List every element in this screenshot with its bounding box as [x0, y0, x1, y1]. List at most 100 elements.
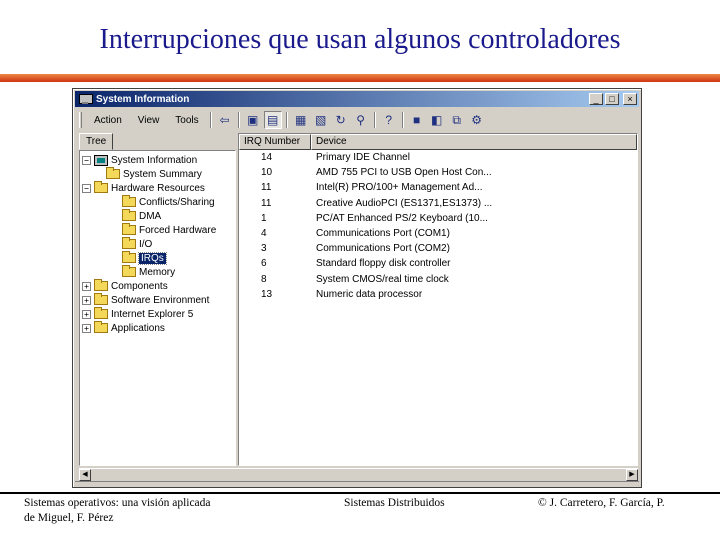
- tree-item-system-summary[interactable]: System Summary: [94, 167, 202, 181]
- irq-number-cell: 8: [261, 273, 267, 285]
- table-row[interactable]: 4 Communications Port (COM1): [239, 226, 637, 241]
- tree-item-label: Components: [111, 280, 168, 292]
- tree-item-label: System Summary: [123, 168, 202, 180]
- tree-item-label: Applications: [111, 322, 165, 334]
- menu-toolbar: Action View Tools ⇦ ▣ ▤ ▦ ▧ ↻ ⚲ ? ■ ◧ ⧉ …: [77, 109, 637, 131]
- menu-tools[interactable]: Tools: [167, 115, 206, 126]
- folder-icon: [122, 209, 136, 221]
- irq-number-cell: 1: [261, 212, 267, 224]
- irq-number-cell: 4: [261, 228, 267, 240]
- irq-number-cell: 13: [261, 288, 273, 300]
- tab-tree[interactable]: Tree: [79, 133, 114, 150]
- computer-icon: [78, 93, 93, 105]
- table-row[interactable]: 6 Standard floppy disk controller: [239, 256, 637, 271]
- help-icon[interactable]: ?: [380, 111, 398, 129]
- tree-item-label: Memory: [139, 266, 176, 278]
- irq-number-cell: 10: [261, 167, 273, 179]
- print-icon[interactable]: ▦: [292, 111, 310, 129]
- toolbar-separator: [373, 112, 376, 128]
- tree-item-software-environment[interactable]: + Software Environment: [82, 293, 209, 307]
- expand-icon[interactable]: +: [82, 323, 91, 333]
- expand-icon[interactable]: +: [82, 309, 91, 319]
- tree-item-internet-explorer[interactable]: + Internet Explorer 5: [82, 307, 193, 321]
- tree-item-label: DMA: [139, 210, 162, 222]
- table-row[interactable]: 14 Primary IDE Channel: [239, 150, 637, 165]
- tree-item-label-selected: IRQs: [138, 251, 167, 265]
- find-icon[interactable]: ⚲: [352, 111, 370, 129]
- tree-item-irqs[interactable]: IRQs: [110, 251, 167, 265]
- table-row[interactable]: 11 Creative AudioPCI (ES1371,ES1373) ...: [239, 196, 637, 211]
- scroll-right-icon[interactable]: ▶: [626, 469, 638, 481]
- toolbar-separator: [285, 112, 288, 128]
- tree-item-io[interactable]: I/O: [110, 237, 152, 251]
- properties-icon[interactable]: ▤: [263, 111, 282, 129]
- folder-icon: [94, 279, 108, 291]
- tree-item-applications[interactable]: + Applications: [82, 321, 165, 335]
- tree-item-label: Conflicts/Sharing: [139, 196, 215, 208]
- tools-icon[interactable]: ⚙: [468, 111, 486, 129]
- horizontal-scrollbar[interactable]: ◀ ▶: [79, 468, 638, 481]
- tree-item-system-information[interactable]: − System Information: [82, 153, 197, 167]
- tree-item-components[interactable]: + Components: [82, 279, 168, 293]
- tree-item-label: System Information: [111, 154, 198, 166]
- export-icon[interactable]: ⧉: [448, 111, 466, 129]
- column-header-device[interactable]: Device: [311, 134, 637, 150]
- tree-item-forced-hardware[interactable]: Forced Hardware: [110, 223, 216, 237]
- irq-number-cell: 3: [261, 243, 267, 255]
- tree-item-dma[interactable]: DMA: [110, 209, 161, 223]
- table-row[interactable]: 3 Communications Port (COM2): [239, 241, 637, 256]
- up-folder-icon[interactable]: ▣: [244, 111, 262, 129]
- device-cell: Intel(R) PRO/100+ Management Ad...: [316, 182, 483, 194]
- tree-item-label: I/O: [139, 238, 153, 250]
- menu-view[interactable]: View: [130, 115, 168, 126]
- toolbar-separator: [237, 112, 240, 128]
- footer-book-credit: Sistemas operativos: una visión aplicada…: [24, 496, 274, 526]
- table-row[interactable]: 8 System CMOS/real time clock: [239, 272, 637, 287]
- device-cell: Communications Port (COM1): [316, 228, 450, 240]
- irq-number-cell: 6: [261, 258, 267, 270]
- irq-number-cell: 11: [261, 182, 272, 194]
- irq-list-pane: IRQ Number Device 14 Primary IDE Channel 1…: [238, 133, 638, 466]
- folder-icon: [94, 321, 108, 333]
- collapse-icon[interactable]: −: [82, 183, 91, 193]
- tree-item-label: Software Environment: [111, 294, 210, 306]
- back-arrow-icon[interactable]: ⇦: [216, 111, 234, 129]
- footer-copyright: © J. Carretero, F. García, P.: [538, 497, 665, 509]
- collapse-icon[interactable]: −: [82, 155, 91, 165]
- table-row[interactable]: 11 Intel(R) PRO/100+ Management Ad...: [239, 180, 637, 195]
- expand-icon[interactable]: +: [82, 281, 91, 291]
- list-header: IRQ Number Device: [239, 134, 637, 150]
- slide-title: Interrupciones que usan algunos controla…: [99, 24, 621, 55]
- device-cell: Creative AudioPCI (ES1371,ES1373) ...: [316, 197, 493, 209]
- refresh-icon[interactable]: ↻: [332, 111, 350, 129]
- close-button[interactable]: ×: [623, 93, 637, 105]
- footer-book-title: Sistemas operativos: una visión aplicada: [24, 497, 211, 509]
- tree-item-conflicts-sharing[interactable]: Conflicts/Sharing: [110, 195, 215, 209]
- system-information-window: System Information _ □ × Action View Too…: [72, 88, 642, 488]
- print-preview-icon[interactable]: ▧: [312, 111, 330, 129]
- scroll-left-icon[interactable]: ◀: [79, 469, 91, 481]
- footer-book-authors: de Miguel, F. Pérez: [24, 512, 114, 524]
- window-titlebar[interactable]: System Information _ □ ×: [75, 91, 639, 107]
- tree-item-hardware-resources[interactable]: − Hardware Resources: [82, 181, 205, 195]
- tree-item-memory[interactable]: Memory: [110, 265, 175, 279]
- minimize-button[interactable]: _: [589, 93, 603, 105]
- computer-icon: [94, 154, 108, 166]
- column-header-irq[interactable]: IRQ Number: [239, 134, 311, 150]
- window-title: System Information: [96, 93, 190, 105]
- save-icon[interactable]: ■: [408, 111, 426, 129]
- table-row[interactable]: 13 Numeric data processor: [239, 287, 637, 302]
- open-icon[interactable]: ◧: [428, 111, 446, 129]
- irq-number-cell: 14: [261, 152, 273, 164]
- folder-icon: [122, 223, 136, 235]
- device-cell: Numeric data processor: [316, 288, 423, 300]
- tree-pane: − System Information System Summary − Ha…: [79, 150, 236, 466]
- table-row[interactable]: 1 PC/AT Enhanced PS/2 Keyboard (10...: [239, 211, 637, 226]
- maximize-button[interactable]: □: [605, 93, 619, 105]
- menu-action[interactable]: Action: [86, 115, 130, 126]
- tree-item-label: Forced Hardware: [139, 224, 217, 236]
- list-body: 14 Primary IDE Channel 10 AMD 755 PCI to US…: [239, 150, 637, 302]
- expand-icon[interactable]: +: [82, 295, 91, 305]
- folder-icon: [122, 265, 136, 277]
- table-row[interactable]: 10 AMD 755 PCI to USB Open Host Con...: [239, 165, 637, 180]
